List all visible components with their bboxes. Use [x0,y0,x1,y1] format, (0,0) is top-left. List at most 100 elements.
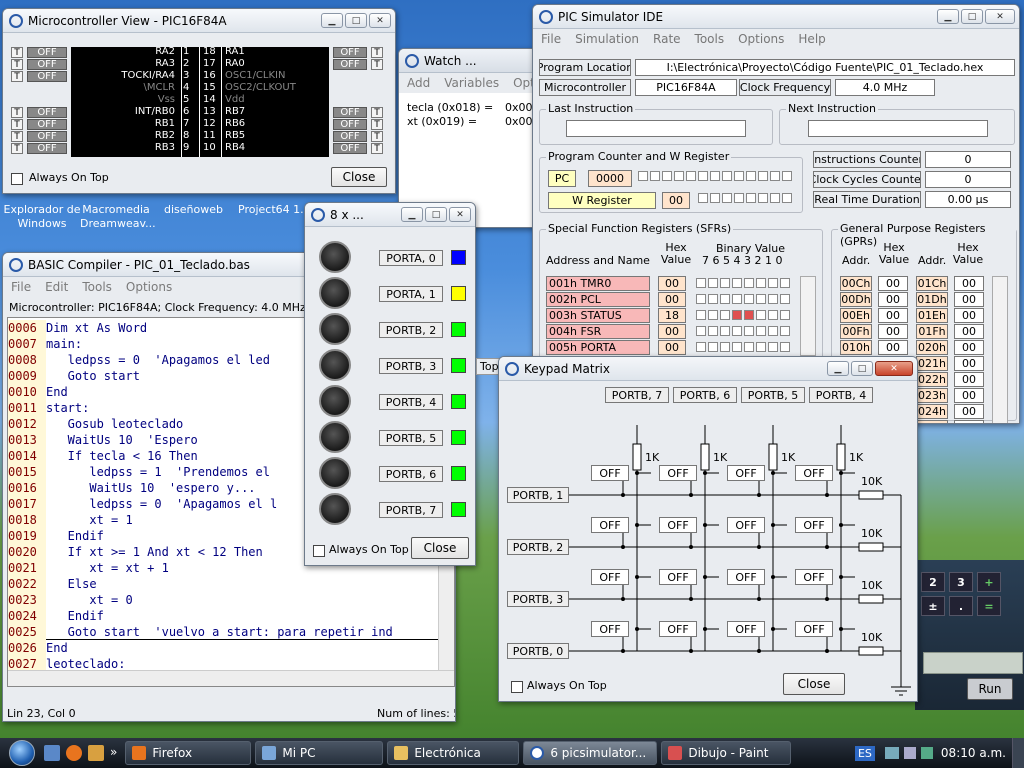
sfr-bit[interactable] [720,294,730,304]
sfr-bit[interactable] [708,342,718,352]
sfr-bit[interactable] [720,310,730,320]
minimize-icon[interactable]: ▁ [401,207,423,222]
close-button[interactable]: Close [783,673,845,695]
pin-toggle-button[interactable]: T [11,143,23,154]
keypad-key[interactable]: OFF [727,517,765,533]
column-port-label[interactable]: PORTB, 4 [809,387,873,403]
gpr-value[interactable]: 00 [954,372,984,387]
sfr-bit[interactable] [780,294,790,304]
taskbar-item-mi-pc[interactable]: Mi PC [255,741,384,765]
close-button[interactable]: Close [331,167,387,187]
menu-options[interactable]: Options [738,32,784,46]
run-button[interactable]: Run [967,678,1013,700]
menu-file[interactable]: File [541,32,561,46]
sfr-bit[interactable] [768,342,778,352]
maximize-icon[interactable]: □ [425,207,447,222]
clock[interactable]: 08:10 a.m. [941,746,1006,760]
menu-variables[interactable]: Variables [444,76,499,90]
taskbar-item-electronica[interactable]: Electrónica [387,741,520,765]
desktop-quicklaunch-icon[interactable] [44,745,60,761]
sfr-bit[interactable] [744,278,754,288]
taskbar-item-picsimulator[interactable]: 6 picsimulator... [523,741,658,765]
sfr-bit[interactable] [756,278,766,288]
desktop-icon-dreamweaver[interactable]: Macromedia Dreamweav... [80,203,156,231]
sfr-bit[interactable] [756,310,766,320]
led-color-swatch[interactable] [451,502,466,517]
menu-simulation[interactable]: Simulation [575,32,639,46]
minimize-icon[interactable]: ▁ [827,361,849,376]
sfr-scrollbar[interactable] [800,276,816,356]
always-on-top-checkbox[interactable] [313,545,325,557]
desktop-icon-disenoweb[interactable]: diseñoweb [164,203,223,216]
led-color-swatch[interactable] [451,394,466,409]
close-icon[interactable]: ✕ [985,9,1015,24]
sfr-bit[interactable] [696,342,706,352]
led-port-label[interactable]: PORTB, 6 [379,466,443,482]
desktop-icon-project64[interactable]: Project64 1.6 [238,203,311,216]
menu-help[interactable]: Help [798,32,825,46]
menu-add[interactable]: Add [407,76,430,90]
keypad-key[interactable]: OFF [727,569,765,585]
keypad-key[interactable]: OFF [659,621,697,637]
sfr-bit[interactable] [708,310,718,320]
sfr-bit[interactable] [720,342,730,352]
sfr-bit[interactable] [720,326,730,336]
sfr-bit[interactable] [768,326,778,336]
sfr-value[interactable]: 00 [658,276,686,291]
gpr-value[interactable]: 00 [878,276,908,291]
sfr-bit[interactable] [720,278,730,288]
language-indicator[interactable]: ES [854,745,875,761]
pin-toggle-button[interactable]: T [371,131,383,142]
pin-toggle-button[interactable]: T [371,47,383,58]
keypad-key[interactable]: OFF [591,621,629,637]
sfr-bit[interactable] [696,294,706,304]
led-color-swatch[interactable] [451,286,466,301]
pin-toggle-button[interactable]: T [11,107,23,118]
keypad-key[interactable]: OFF [727,465,765,481]
sfr-bit[interactable] [744,310,754,320]
gpr-value[interactable]: 00 [954,356,984,371]
pin-toggle-button[interactable]: T [11,47,23,58]
led-port-label[interactable]: PORTB, 3 [379,358,443,374]
maximize-icon[interactable]: □ [851,361,873,376]
sfr-bit[interactable] [732,310,742,320]
calc-key[interactable]: 2 [921,572,945,592]
calc-key[interactable]: 3 [949,572,973,592]
pin-toggle-button[interactable]: T [11,71,23,82]
sfr-bit[interactable] [780,278,790,288]
gpr-value[interactable]: 00 [954,340,984,355]
keypad-key[interactable]: OFF [659,569,697,585]
column-port-label[interactable]: PORTB, 7 [605,387,669,403]
calc-key[interactable]: ± [921,596,945,616]
desktop-icon-explorer[interactable]: Explorador de Windows [2,203,82,231]
close-button[interactable]: Close [411,537,469,559]
calc-key[interactable]: . [949,596,973,616]
keypad-key[interactable]: OFF [727,621,765,637]
led-port-label[interactable]: PORTB, 4 [379,394,443,410]
gpr-value[interactable]: 00 [954,324,984,339]
sfr-bit[interactable] [756,294,766,304]
maximize-icon[interactable]: □ [345,13,367,28]
led-port-label[interactable]: PORTB, 7 [379,502,443,518]
minimize-icon[interactable]: ▁ [321,13,343,28]
gpr-value[interactable]: 00 [878,324,908,339]
pin-toggle-button[interactable]: T [11,119,23,130]
minimize-icon[interactable]: ▁ [937,9,959,24]
sfr-value[interactable]: 00 [658,324,686,339]
sfr-bit[interactable] [780,310,790,320]
calc-key[interactable]: + [977,572,1001,592]
gpr-value[interactable]: 00 [954,404,984,419]
gpr-scrollbar[interactable] [992,276,1008,423]
safely-remove-icon[interactable] [920,747,933,759]
row-port-label[interactable]: PORTB, 0 [507,643,569,659]
sfr-bit[interactable] [744,294,754,304]
taskbar-item-firefox[interactable]: Firefox [125,741,252,765]
keypad-key[interactable]: OFF [591,569,629,585]
pin-toggle-button[interactable]: T [371,59,383,70]
menu-tools[interactable]: Tools [82,280,112,294]
keypad-key[interactable]: OFF [591,517,629,533]
close-icon[interactable]: ✕ [449,207,471,222]
row-port-label[interactable]: PORTB, 3 [507,591,569,607]
sfr-bit[interactable] [780,326,790,336]
sfr-value[interactable]: 18 [658,308,686,323]
